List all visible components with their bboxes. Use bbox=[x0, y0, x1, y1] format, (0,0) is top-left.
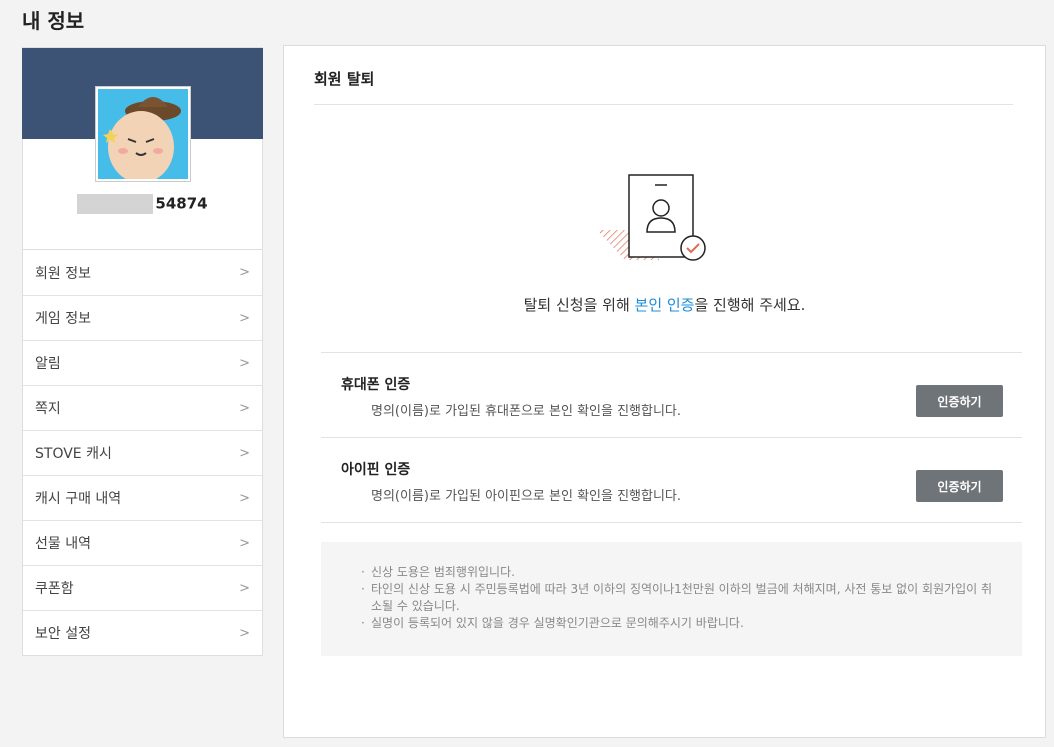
sidebar-item-label: 알림 bbox=[35, 356, 61, 372]
verification-message: 탈퇴 신청을 위해 본인 인증을 진행해 주세요. bbox=[284, 294, 1045, 315]
sidebar-item-gift-history[interactable]: 선물 내역 > bbox=[23, 520, 262, 565]
sidebar-item-label: 회원 정보 bbox=[35, 265, 91, 282]
chevron-right-icon: > bbox=[239, 625, 250, 641]
auth-option-phone: 휴대폰 인증 명의(이름)로 가입된 휴대폰으로 본인 확인을 진행합니다. 인… bbox=[321, 353, 1022, 438]
sidebar-item-stove-cash[interactable]: STOVE 캐시 > bbox=[23, 430, 262, 475]
auth-option-title: 휴대폰 인증 bbox=[341, 377, 411, 393]
username: 54874 bbox=[23, 194, 262, 214]
auth-option-title: 아이핀 인증 bbox=[341, 462, 411, 478]
chevron-right-icon: > bbox=[239, 535, 250, 551]
profile-card: 54874 bbox=[22, 47, 263, 249]
avatar-image bbox=[98, 89, 188, 179]
sidebar-item-coupon-box[interactable]: 쿠폰함 > bbox=[23, 565, 262, 610]
auth-option-desc: 명의(이름)로 가입된 휴대폰으로 본인 확인을 진행합니다. bbox=[371, 404, 682, 419]
notice-item: 타인의 신상 도용 시 주민등록법에 따라 3년 이하의 징역이나1천만원 이하… bbox=[361, 581, 996, 615]
main-panel: 회원 탈퇴 탈퇴 신청을 위해 본인 인증을 진행해 주세요. 휴대폰 인증 명… bbox=[283, 45, 1046, 738]
sidebar-item-member-info[interactable]: 회원 정보 > bbox=[23, 250, 262, 295]
auth-option-desc: 명의(이름)로 가입된 아이핀으로 본인 확인을 진행합니다. bbox=[371, 489, 682, 504]
chevron-right-icon: > bbox=[239, 355, 250, 371]
auth-option-ipin: 아이핀 인증 명의(이름)로 가입된 아이핀으로 본인 확인을 진행합니다. 인… bbox=[321, 438, 1022, 523]
notice-item: 실명이 등록되어 있지 않을 경우 실명확인기관으로 문의해주시기 바랍니다. bbox=[361, 615, 996, 632]
section-title: 회원 탈퇴 bbox=[314, 70, 375, 88]
chevron-right-icon: > bbox=[239, 400, 250, 416]
sidebar-item-label: 선물 내역 bbox=[35, 536, 91, 552]
sidebar-item-label: 게임 정보 bbox=[35, 311, 91, 327]
avatar[interactable] bbox=[95, 86, 191, 182]
message-text-after: 을 진행해 주세요. bbox=[694, 296, 806, 314]
sidebar-item-messages[interactable]: 쪽지 > bbox=[23, 385, 262, 430]
username-suffix: 54874 bbox=[155, 194, 208, 213]
sidebar-item-security-settings[interactable]: 보안 설정 > bbox=[23, 610, 262, 655]
sidebar-item-game-info[interactable]: 게임 정보 > bbox=[23, 295, 262, 340]
auth-options: 휴대폰 인증 명의(이름)로 가입된 휴대폰으로 본인 확인을 진행합니다. 인… bbox=[321, 352, 1022, 523]
sidebar-item-label: 쿠폰함 bbox=[35, 581, 74, 597]
identity-verification-illustration bbox=[597, 172, 712, 267]
sidebar-item-cash-purchase-history[interactable]: 캐시 구매 내역 > bbox=[23, 475, 262, 520]
sidebar-item-notifications[interactable]: 알림 > bbox=[23, 340, 262, 385]
divider bbox=[314, 104, 1013, 105]
ipin-verify-button[interactable]: 인증하기 bbox=[916, 470, 1003, 502]
sidebar-item-label: 보안 설정 bbox=[35, 626, 91, 642]
page-title: 내 정보 bbox=[22, 9, 85, 33]
sidebar-item-label: STOVE 캐시 bbox=[35, 446, 112, 462]
notice-item: 신상 도용은 범죄행위입니다. bbox=[361, 564, 996, 581]
sidebar: 54874 회원 정보 > 게임 정보 > 알림 > 쪽지 > STOVE 캐시 > 캐시… bbox=[22, 47, 263, 656]
message-text-before: 탈퇴 신청을 위해 bbox=[523, 296, 635, 314]
sidebar-nav: 회원 정보 > 게임 정보 > 알림 > 쪽지 > STOVE 캐시 > 캐시 구매 내역… bbox=[22, 249, 263, 656]
chevron-right-icon: > bbox=[239, 265, 250, 280]
sidebar-item-label: 쪽지 bbox=[35, 401, 61, 417]
sidebar-item-label: 캐시 구매 내역 bbox=[35, 491, 122, 507]
message-highlight: 본인 인증 bbox=[634, 296, 695, 314]
username-mask bbox=[77, 194, 154, 214]
notice-box: 신상 도용은 범죄행위입니다. 타인의 신상 도용 시 주민등록법에 따라 3년… bbox=[321, 542, 1022, 656]
chevron-right-icon: > bbox=[239, 580, 250, 596]
chevron-right-icon: > bbox=[239, 445, 250, 461]
chevron-right-icon: > bbox=[239, 310, 250, 326]
phone-verify-button[interactable]: 인증하기 bbox=[916, 385, 1003, 417]
chevron-right-icon: > bbox=[239, 490, 250, 506]
